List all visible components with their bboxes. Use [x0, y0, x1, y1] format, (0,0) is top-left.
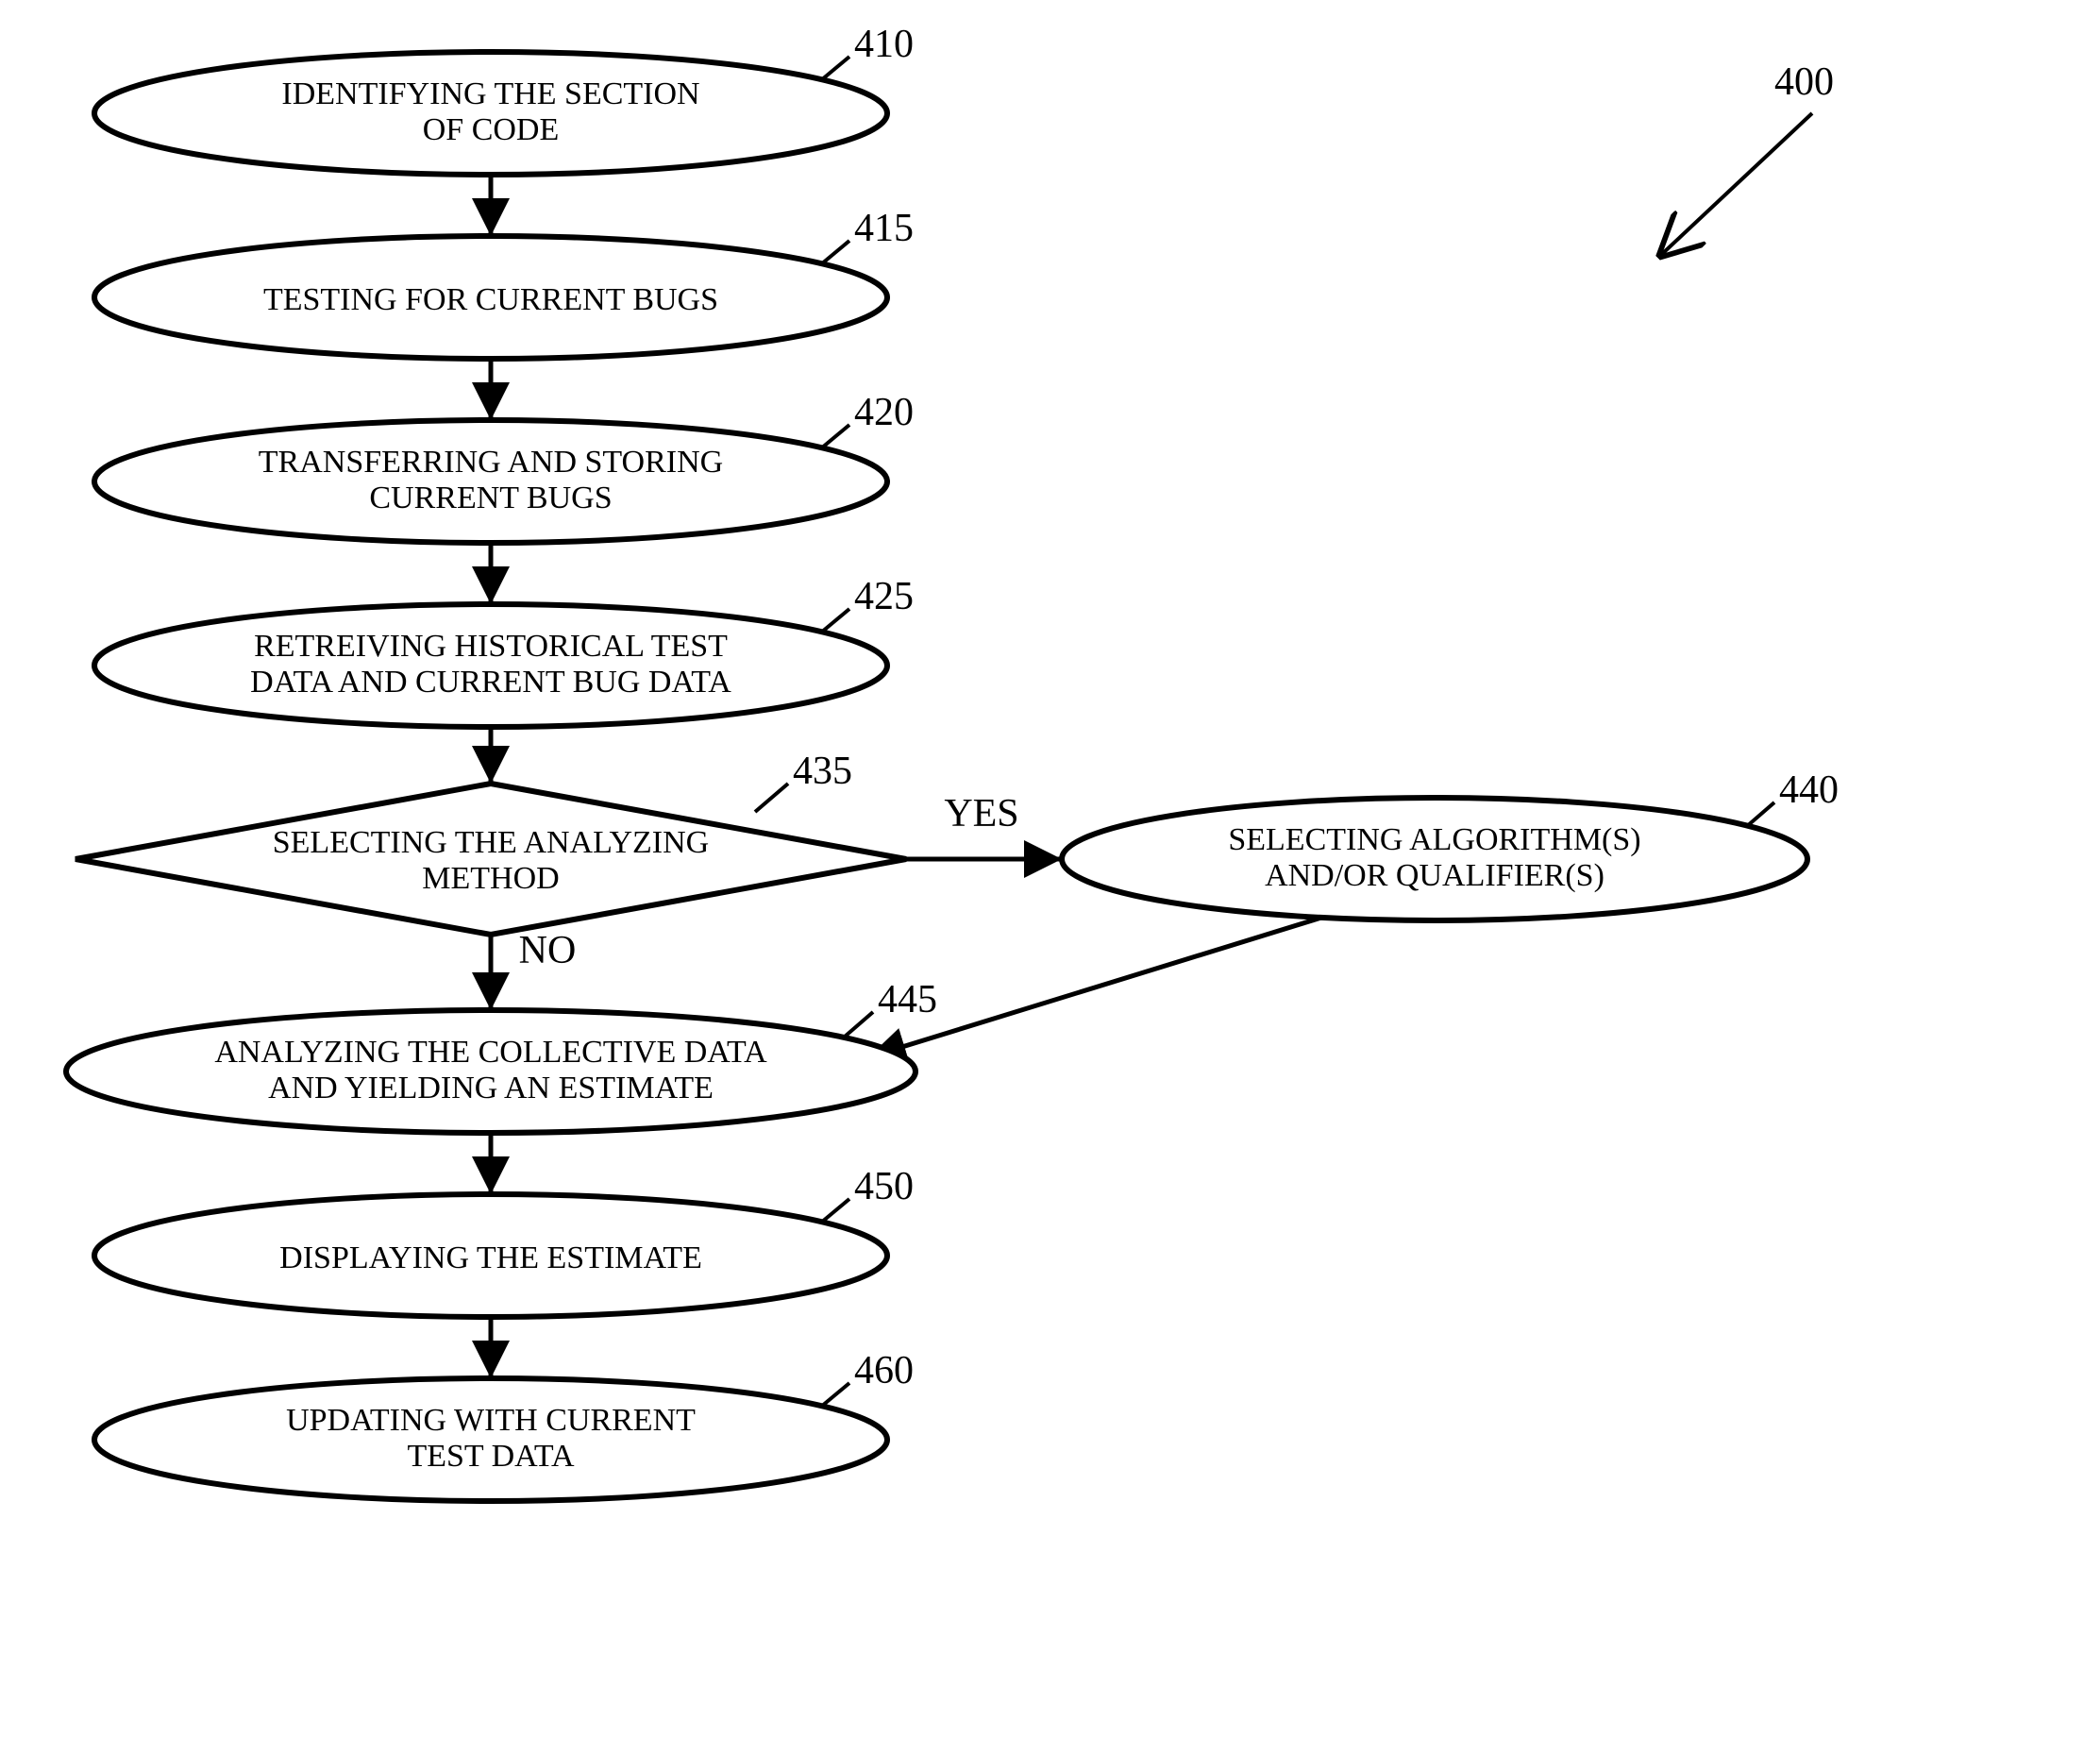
- node-transfer-store: TRANSFERRING AND STORING CURRENT BUGS 42…: [94, 391, 914, 543]
- edge-label-no: NO: [519, 929, 577, 972]
- node-analyze-line1: ANALYZING THE COLLECTIVE DATA: [214, 1035, 767, 1070]
- node-retrieve-data-line1: RETREIVING HISTORICAL TEST: [254, 629, 728, 664]
- node-display-estimate-ref: 450: [854, 1165, 914, 1208]
- figure-ref-arrow: [1661, 113, 1812, 255]
- node-identify-section-ref: 410: [854, 23, 914, 66]
- node-select-algorithm: SELECTING ALGORITHM(S) AND/OR QUALIFIER(…: [1062, 768, 1839, 920]
- figure-ref: 400: [1661, 60, 1834, 255]
- node-analyze-ref: 445: [878, 978, 937, 1021]
- node-select-algorithm-ref: 440: [1779, 768, 1839, 812]
- node-select-method-ref: 435: [793, 750, 852, 793]
- node-display-estimate: DISPLAYING THE ESTIMATE 450: [94, 1165, 914, 1317]
- node-analyze-line2: AND YIELDING AN ESTIMATE: [268, 1071, 714, 1105]
- node-retrieve-data-line2: DATA AND CURRENT BUG DATA: [250, 665, 731, 700]
- node-test-bugs-line1: TESTING FOR CURRENT BUGS: [263, 282, 718, 317]
- node-retrieve-data: RETREIVING HISTORICAL TEST DATA AND CURR…: [94, 575, 914, 727]
- edge-label-yes: YES: [944, 792, 1018, 835]
- figure-ref-number: 400: [1774, 60, 1834, 104]
- node-transfer-store-line2: CURRENT BUGS: [369, 481, 612, 515]
- node-identify-section-line1: IDENTIFYING THE SECTION: [281, 76, 699, 111]
- node-test-bugs: TESTING FOR CURRENT BUGS 415: [94, 207, 914, 359]
- node-select-method-line2: METHOD: [422, 861, 559, 896]
- node-update-testdata-ref: 460: [854, 1349, 914, 1392]
- node-test-bugs-ref: 415: [854, 207, 914, 250]
- node-transfer-store-line1: TRANSFERRING AND STORING: [259, 445, 723, 480]
- node-analyze: ANALYZING THE COLLECTIVE DATA AND YIELDI…: [66, 978, 937, 1133]
- node-retrieve-data-ref: 425: [854, 575, 914, 618]
- flowchart: 400 IDENTIFYING THE SECTION OF CODE 410 …: [0, 0, 2100, 1738]
- node-identify-section-line2: OF CODE: [423, 112, 560, 147]
- node-select-algorithm-line2: AND/OR QUALIFIER(S): [1265, 858, 1604, 893]
- node-display-estimate-line1: DISPLAYING THE ESTIMATE: [279, 1240, 702, 1275]
- node-update-testdata: UPDATING WITH CURRENT TEST DATA 460: [94, 1349, 914, 1501]
- node-update-testdata-line1: UPDATING WITH CURRENT: [286, 1403, 696, 1438]
- node-select-method-line1: SELECTING THE ANALYZING: [273, 825, 709, 860]
- node-select-algorithm-line1: SELECTING ALGORITHM(S): [1228, 822, 1640, 857]
- node-transfer-store-ref: 420: [854, 391, 914, 434]
- node-identify-section: IDENTIFYING THE SECTION OF CODE 410: [94, 23, 914, 175]
- node-update-testdata-line2: TEST DATA: [407, 1439, 574, 1474]
